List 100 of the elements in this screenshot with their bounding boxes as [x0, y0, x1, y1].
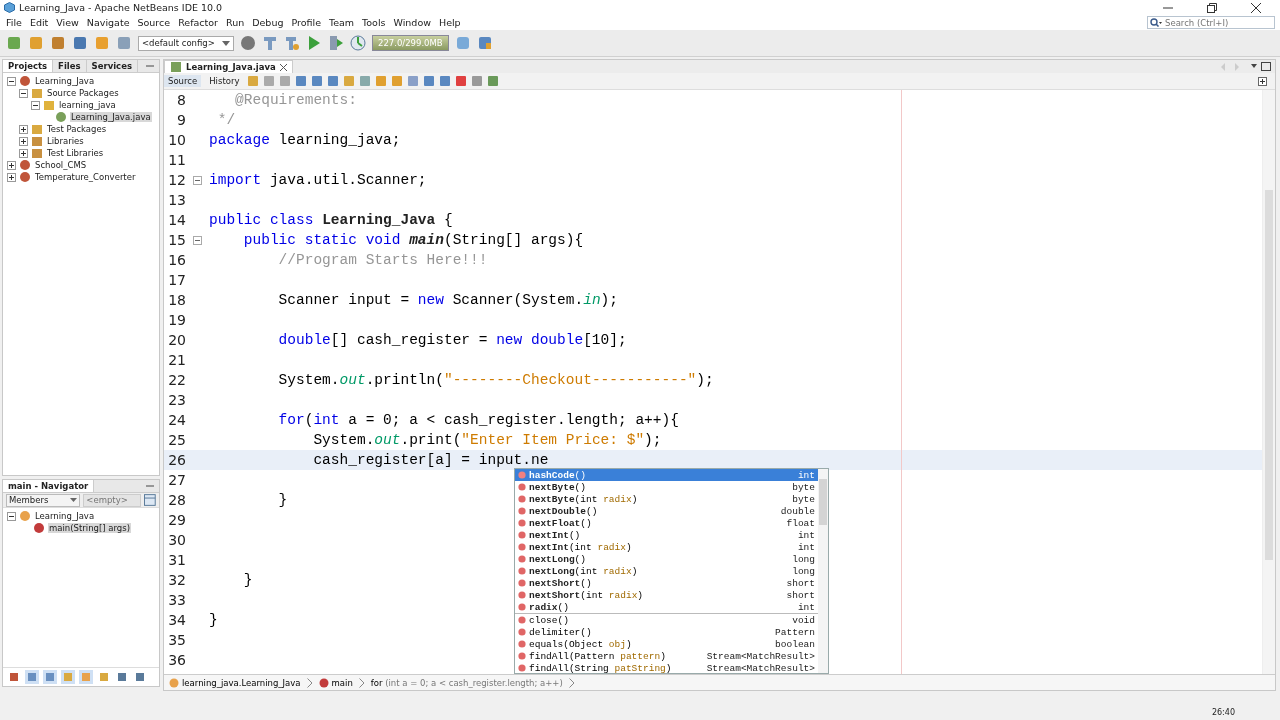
- completion-item[interactable]: nextInt(int radix) int: [515, 541, 818, 553]
- completion-item[interactable]: nextInt() int: [515, 529, 818, 541]
- fold-icon[interactable]: [193, 175, 202, 185]
- expander-icon[interactable]: [19, 124, 28, 134]
- panel-tab[interactable]: Services: [86, 60, 138, 72]
- menu-item[interactable]: Refactor: [174, 17, 222, 28]
- tree-item[interactable]: Libraries: [46, 136, 85, 146]
- line-number: 33: [167, 592, 186, 608]
- code-line: //Program Starts Here!!!: [277, 252, 488, 268]
- breadcrumb[interactable]: for (int a = 0; a < cash_register.length; a++): [370, 677, 563, 688]
- expander-icon[interactable]: [19, 88, 28, 98]
- completion-item[interactable]: nextLong(int radix) long: [515, 565, 818, 577]
- line-number: 14: [167, 212, 186, 228]
- menu-item[interactable]: Debug: [248, 17, 288, 28]
- code-line: @Requirements:: [234, 92, 357, 108]
- minimize-icon[interactable]: [146, 482, 154, 490]
- line-number: 13: [167, 192, 186, 208]
- tree-item[interactable]: Learning_Java.java: [70, 112, 152, 122]
- completion-item[interactable]: nextFloat() float: [515, 517, 818, 529]
- scrollbar[interactable]: [1262, 90, 1275, 674]
- close-icon[interactable]: [1251, 2, 1261, 13]
- line-number: 34: [167, 612, 186, 628]
- fold-icon[interactable]: [193, 235, 202, 245]
- caret-icon: [222, 40, 230, 46]
- restore-icon[interactable]: [1207, 2, 1217, 13]
- chevron-icon: [568, 677, 575, 688]
- completion-item[interactable]: delimiter() Pattern: [515, 626, 818, 638]
- menu-item[interactable]: Navigate: [82, 17, 134, 28]
- completion-item[interactable]: nextByte() byte: [515, 481, 818, 493]
- completion-item[interactable]: findAll(String patString) Stream<MatchResult>: [515, 662, 818, 674]
- tree-item[interactable]: Temperature_Converter: [34, 172, 137, 182]
- line-number: 20: [167, 332, 186, 348]
- layout-icon[interactable]: [144, 494, 156, 506]
- completion-item[interactable]: findAll(Pattern pattern) Stream<MatchResult>: [515, 650, 818, 662]
- menu-item[interactable]: Profile: [287, 17, 325, 28]
- menu-item[interactable]: Source: [133, 17, 175, 28]
- completion-item[interactable]: close() void: [515, 613, 818, 626]
- expander-icon[interactable]: [7, 160, 16, 170]
- panel-tab[interactable]: main - Navigator: [3, 480, 95, 492]
- tree-item[interactable]: learning_java: [58, 100, 117, 110]
- view-tab[interactable]: History: [205, 75, 244, 87]
- line-number: 16: [167, 252, 186, 268]
- menu-item[interactable]: Team: [325, 17, 359, 28]
- search-field[interactable]: Search (Ctrl+I): [1147, 16, 1275, 29]
- line-number: 25: [167, 432, 186, 448]
- expand-icon[interactable]: [1258, 76, 1267, 86]
- menu-item[interactable]: Window: [389, 17, 435, 28]
- line-number: 32: [167, 572, 186, 588]
- completion-item[interactable]: radix() int: [515, 601, 818, 613]
- tree-item[interactable]: Test Packages: [46, 124, 108, 134]
- completion-item[interactable]: nextByte(int radix) byte: [515, 493, 818, 505]
- line-number: 8: [176, 92, 186, 108]
- close-icon[interactable]: [279, 63, 287, 71]
- menu-item[interactable]: Help: [435, 17, 465, 28]
- breadcrumb[interactable]: learning_java.Learning_Java: [169, 677, 301, 688]
- scrollbar[interactable]: [818, 469, 828, 673]
- completion-item[interactable]: nextShort() short: [515, 577, 818, 589]
- completion-item[interactable]: nextDouble() double: [515, 505, 818, 517]
- expander-icon[interactable]: [19, 148, 28, 158]
- breadcrumb[interactable]: main: [318, 677, 353, 688]
- expander-icon[interactable]: [7, 172, 16, 182]
- config-dropdown[interactable]: <default config>: [138, 35, 234, 51]
- line-number: 26: [167, 452, 186, 468]
- expander-icon[interactable]: [31, 100, 40, 110]
- line-number: 9: [176, 112, 186, 128]
- tree-item[interactable]: Learning_Java: [34, 76, 96, 86]
- run-icon[interactable]: [306, 35, 322, 51]
- minimize-icon[interactable]: [146, 62, 154, 70]
- tree-item[interactable]: Learning_Java: [34, 511, 96, 521]
- menu-item[interactable]: File: [2, 17, 26, 28]
- line-number: 23: [167, 392, 186, 408]
- line-number: 29: [167, 512, 186, 528]
- tree-item[interactable]: Test Libraries: [46, 148, 105, 158]
- tree-item[interactable]: School_CMS: [34, 160, 88, 170]
- menu-item[interactable]: Run: [222, 17, 249, 28]
- line-number: 35: [167, 632, 186, 648]
- panel-tab[interactable]: Files: [53, 60, 87, 72]
- expander-icon[interactable]: [7, 511, 16, 521]
- editor-tab[interactable]: Learning_Java.java: [164, 59, 293, 74]
- completion-item[interactable]: nextShort(int radix) short: [515, 589, 818, 601]
- expander-icon[interactable]: [19, 136, 28, 146]
- panel-tab[interactable]: Projects: [3, 60, 54, 72]
- code-line: public static void main(String[] args){: [242, 232, 584, 248]
- line-number: 22: [167, 372, 186, 388]
- completion-item[interactable]: hashCode() int: [515, 469, 818, 481]
- completion-item[interactable]: nextLong() long: [515, 553, 818, 565]
- tree-item[interactable]: Source Packages: [46, 88, 120, 98]
- members-dropdown[interactable]: Members: [6, 493, 81, 507]
- menu-item[interactable]: Edit: [25, 17, 53, 28]
- menu-item[interactable]: Tools: [358, 17, 390, 28]
- menu-item[interactable]: View: [52, 17, 83, 28]
- tree-item[interactable]: main(String[] args): [48, 523, 131, 533]
- line-number: 24: [167, 412, 186, 428]
- line-number: 12: [167, 172, 186, 188]
- completion-item[interactable]: equals(Object obj) boolean: [515, 638, 818, 650]
- maximize-icon[interactable]: [1251, 62, 1271, 71]
- code-line: double[] cash_register = new double[10];: [277, 332, 627, 348]
- view-tab[interactable]: Source: [164, 75, 202, 87]
- line-number: 21: [167, 352, 186, 368]
- expander-icon[interactable]: [7, 76, 16, 86]
